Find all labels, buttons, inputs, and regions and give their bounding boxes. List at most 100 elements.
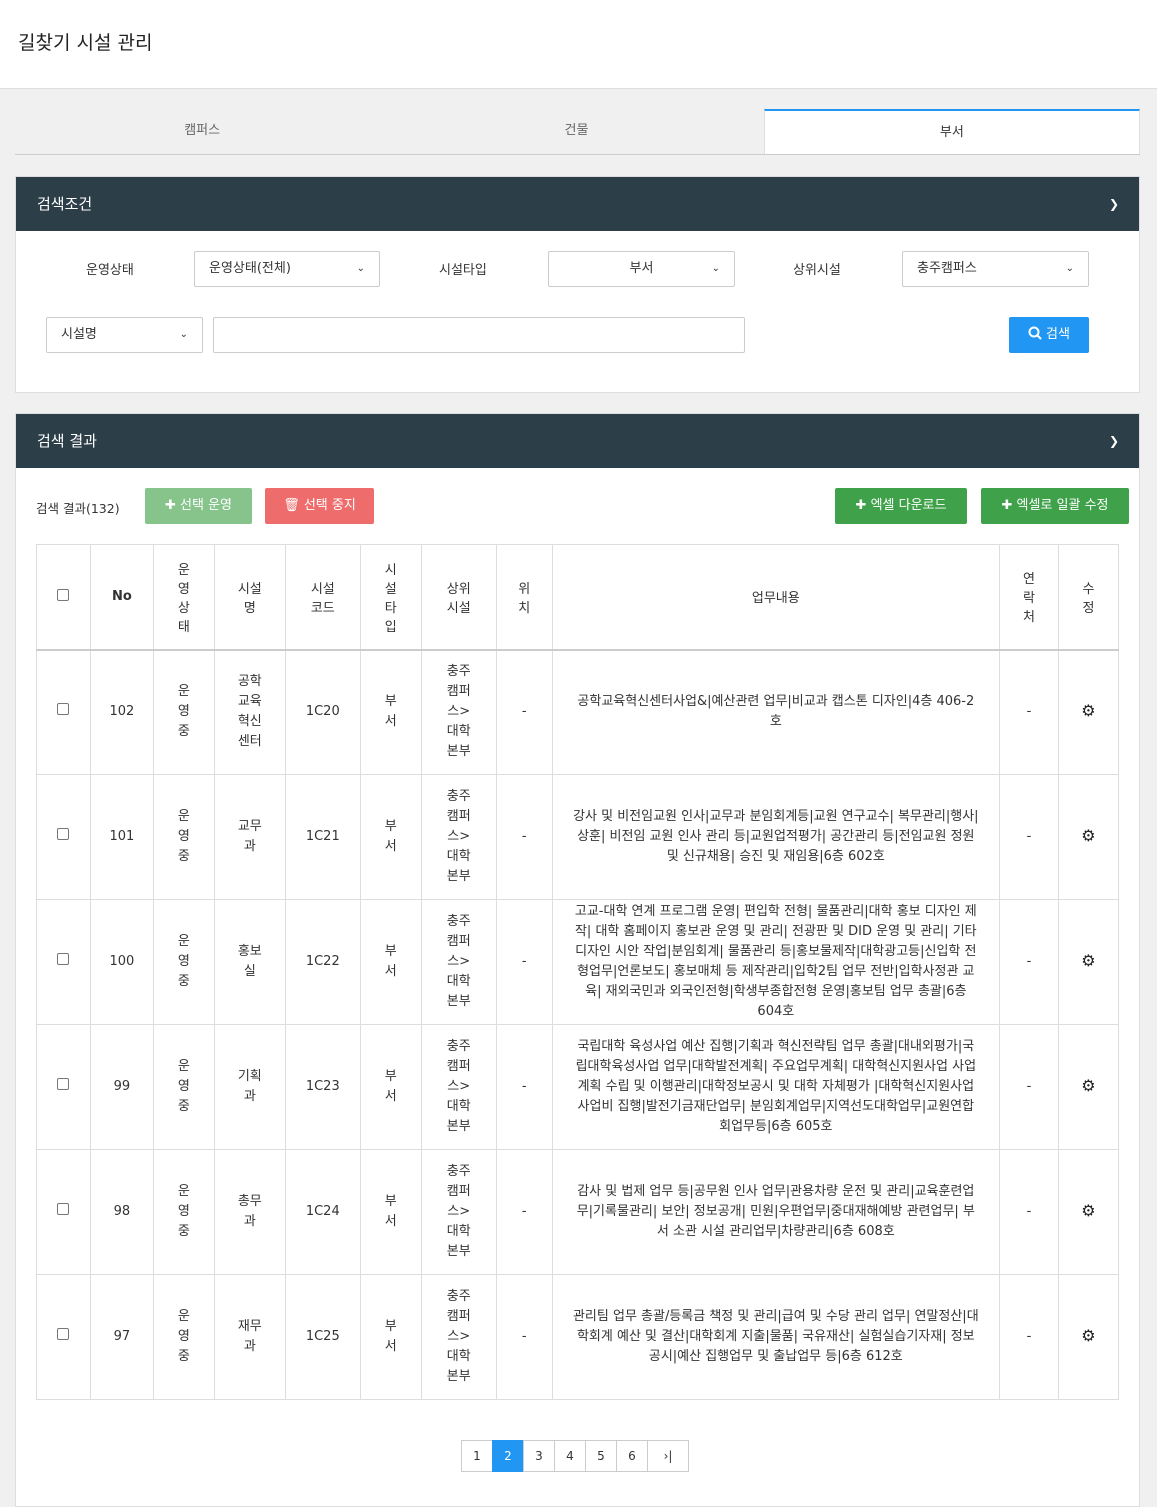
name-cell: 총무과 [213, 1149, 286, 1275]
select-stop-label: 선택 중지 [303, 498, 356, 513]
search-panel-header[interactable]: 검색조건 ❯ [16, 177, 1139, 231]
table-row: 97 운영중 재무과 1C25 부서 충주캠퍼스>대학본부 - 관리팀 업무 총괄/등록금 책… [36, 1274, 1120, 1400]
edit-cell: ⚙ [1057, 899, 1120, 1025]
tab-bar: 캠퍼스 건물 부서 [15, 109, 1140, 155]
edit-cell: ⚙ [1057, 1274, 1120, 1400]
parent-cell: 충주캠퍼스>대학본부 [420, 1274, 497, 1400]
page-button-4[interactable]: 4 [554, 1440, 586, 1472]
type-cell: 부서 [359, 774, 422, 900]
last-page-button[interactable]: ›| [647, 1440, 689, 1472]
chevron-down-icon: ⌄ [711, 263, 720, 274]
results-panel-header[interactable]: 검색 결과 ❯ [16, 414, 1139, 468]
no-cell: 100 [89, 899, 154, 1025]
code-cell: 1C21 [284, 774, 361, 900]
row-checkbox[interactable] [57, 703, 70, 716]
excel-download-label: 엑셀 다운로드 [870, 498, 947, 513]
gear-icon[interactable]: ⚙ [1081, 1076, 1095, 1095]
location-cell: - [495, 1149, 553, 1275]
search-panel: 검색조건 ❯ 운영상태 운영상태(전체) ⌄ 시설타입 부서 ⌄ 상위시설 충주… [15, 176, 1140, 393]
code-cell: 1C22 [284, 899, 361, 1025]
search-button[interactable]: 검색 [1009, 317, 1089, 353]
plus-icon: ✚ [1001, 498, 1017, 513]
checkbox-cell [36, 899, 91, 1025]
type-select[interactable]: 부서 ⌄ [548, 251, 735, 287]
row-checkbox[interactable] [57, 1328, 70, 1340]
location-cell: - [495, 1024, 553, 1150]
parent-label: 상위시설 [793, 263, 841, 278]
chevron-down-icon: ⌄ [179, 329, 188, 340]
table-row: 100 운영중 홍보실 1C22 부서 충주캠퍼스>대학본부 - 고교-대학 연계 프로그램 … [36, 899, 1120, 1025]
chevron-down-icon[interactable]: ❯ [1109, 177, 1119, 231]
type-cell: 부서 [359, 1149, 422, 1275]
plus-icon: ✚ [164, 498, 181, 513]
no-cell: 102 [89, 649, 154, 775]
table-row: 102 운영중 공학교육혁신센터 1C20 부서 충주캠퍼스>대학본부 - 공학교육혁신센터사… [36, 649, 1120, 775]
select-stop-button[interactable]: 🗑 선택 중지 [265, 488, 374, 524]
header-name: 시설명 [213, 544, 286, 651]
type-cell: 부서 [359, 1024, 422, 1150]
work-cell: 감사 및 법제 업무 등|공무원 인사 업무|관용차량 운전 및 관리|교육훈련… [551, 1149, 1000, 1275]
tab-building[interactable]: 건물 [389, 109, 763, 154]
page-button-1[interactable]: 1 [461, 1440, 493, 1472]
results-panel-title: 검색 결과 [37, 432, 97, 450]
gear-icon[interactable]: ⚙ [1081, 951, 1095, 970]
contact-cell: - [998, 1149, 1059, 1275]
header-code: 시설코드 [284, 544, 361, 651]
checkbox-cell [36, 649, 91, 775]
select-run-button[interactable]: ✚ 선택 운영 [145, 488, 252, 524]
code-cell: 1C24 [284, 1149, 361, 1275]
excel-bulk-edit-button[interactable]: ✚ 엑셀로 일괄 수정 [981, 488, 1129, 524]
status-cell: 운영중 [152, 774, 215, 900]
type-cell: 부서 [359, 899, 422, 1025]
status-label: 운영상태 [86, 263, 134, 278]
table-row: 101 운영중 교무과 1C21 부서 충주캠퍼스>대학본부 - 강사 및 비전임교원 인사|… [36, 774, 1120, 900]
search-icon [1028, 326, 1042, 340]
contact-cell: - [998, 1024, 1059, 1150]
select-all-checkbox[interactable] [57, 588, 70, 601]
name-cell: 홍보실 [213, 899, 286, 1025]
name-cell: 교무과 [213, 774, 286, 900]
work-cell: 국립대학 육성사업 예산 집행|기획과 혁신전략팀 업무 총괄|대내외평가|국립… [551, 1024, 1000, 1150]
chevron-down-icon: ⌄ [356, 263, 365, 274]
header-parent: 상위시설 [420, 544, 497, 651]
chevron-down-icon: ⌄ [1065, 263, 1074, 274]
chevron-down-icon[interactable]: ❯ [1109, 414, 1119, 468]
gear-icon[interactable]: ⚙ [1081, 1326, 1095, 1345]
results-count: 검색 결과(132) [36, 501, 120, 516]
contact-cell: - [998, 649, 1059, 775]
parent-cell: 충주캠퍼스>대학본부 [420, 649, 497, 775]
name-cell: 공학교육혁신센터 [213, 649, 286, 775]
parent-select-value: 충주캠퍼스 [917, 261, 977, 276]
row-checkbox[interactable] [57, 828, 70, 840]
gear-icon[interactable]: ⚙ [1081, 1201, 1095, 1220]
status-select[interactable]: 운영상태(전체) ⌄ [194, 251, 380, 287]
location-cell: - [495, 774, 553, 900]
no-cell: 99 [89, 1024, 154, 1150]
tab-campus[interactable]: 캠퍼스 [15, 109, 389, 154]
name-cell: 기획과 [213, 1024, 286, 1150]
tab-department[interactable]: 부서 [763, 109, 1140, 154]
gear-icon[interactable]: ⚙ [1081, 826, 1095, 845]
checkbox-cell [36, 1024, 91, 1150]
type-cell: 부서 [359, 1274, 422, 1400]
trash-icon: 🗑 [283, 498, 304, 513]
page-button-5[interactable]: 5 [585, 1440, 617, 1472]
page-button-3[interactable]: 3 [523, 1440, 555, 1472]
code-cell: 1C20 [284, 649, 361, 775]
results-table: No 운영상태 시설명 시설코드 시설타입 상위시설 위치 업무내용 연락처 수… [36, 544, 1120, 1400]
gear-icon[interactable]: ⚙ [1081, 701, 1095, 720]
work-cell: 관리팀 업무 총괄/등록금 책정 및 관리|급여 및 수당 관리 업무| 연말정… [551, 1274, 1000, 1400]
results-panel: 검색 결과 ❯ 검색 결과(132) ✚ 선택 운영 🗑 선택 중지 ✚ 엑셀 … [15, 413, 1140, 1507]
search-field-select[interactable]: 시설명 ⌄ [46, 317, 203, 353]
row-checkbox[interactable] [57, 953, 70, 965]
table-header-row: No 운영상태 시설명 시설코드 시설타입 상위시설 위치 업무내용 연락처 수… [36, 544, 1120, 651]
search-input[interactable] [213, 317, 745, 353]
parent-select[interactable]: 충주캠퍼스 ⌄ [902, 251, 1089, 287]
page-button-6[interactable]: 6 [616, 1440, 648, 1472]
excel-download-button[interactable]: ✚ 엑셀 다운로드 [835, 488, 967, 524]
checkbox-cell [36, 1149, 91, 1275]
row-checkbox[interactable] [57, 1078, 70, 1090]
row-checkbox[interactable] [57, 1203, 70, 1215]
page-button-2[interactable]: 2 [492, 1440, 524, 1472]
type-cell: 부서 [359, 649, 422, 775]
